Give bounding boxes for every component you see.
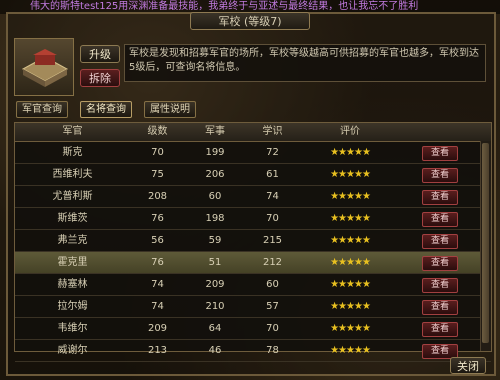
star-rating: ★★★★★: [330, 279, 371, 290]
view-button[interactable]: 查看: [422, 146, 458, 161]
action-cell: 查看: [400, 164, 480, 185]
officer-name: 霍克里: [57, 257, 88, 268]
star-rating: ★★★★★: [330, 213, 371, 224]
officer-level: 74: [151, 279, 164, 290]
officer-level: 76: [151, 213, 164, 224]
action-cell: 查看: [400, 296, 480, 317]
officer-name: 西维利夫: [52, 169, 93, 180]
officer-level: 209: [147, 323, 168, 334]
table-row[interactable]: 尤普利斯 208 60 74 ★★★★★ 查看: [15, 186, 491, 208]
view-button[interactable]: 查看: [422, 212, 458, 227]
officer-level: 74: [151, 301, 164, 312]
header-action: [400, 123, 480, 141]
star-rating: ★★★★★: [330, 301, 371, 312]
table-row[interactable]: 拉尔姆 74 210 57 ★★★★★ 查看: [15, 296, 491, 318]
view-button[interactable]: 查看: [422, 278, 458, 293]
header-level: 级数: [147, 126, 168, 137]
officer-learning: 57: [266, 301, 279, 312]
officer-name: 斯维茨: [57, 213, 88, 224]
officer-military: 209: [205, 279, 225, 290]
officer-level: 70: [151, 147, 164, 158]
tab-attribute-help[interactable]: 属性说明: [144, 101, 196, 118]
officer-learning: 78: [266, 345, 279, 356]
officer-learning: 74: [266, 191, 279, 202]
star-rating: ★★★★★: [330, 191, 371, 202]
view-button[interactable]: 查看: [422, 168, 458, 183]
officer-name: 韦维尔: [57, 323, 88, 334]
officer-level: 75: [151, 169, 164, 180]
upgrade-button[interactable]: 升级: [80, 45, 120, 63]
action-cell: 查看: [400, 274, 480, 295]
view-button[interactable]: 查看: [422, 256, 458, 271]
header-rating: 评价: [340, 126, 360, 137]
building-icon: [14, 38, 74, 96]
view-button[interactable]: 查看: [422, 234, 458, 249]
table-row[interactable]: 赫塞林 74 209 60 ★★★★★ 查看: [15, 274, 491, 296]
table-row[interactable]: 西维利夫 75 206 61 ★★★★★ 查看: [15, 164, 491, 186]
table-scrollbar[interactable]: [480, 141, 491, 351]
action-cell: 查看: [400, 142, 480, 163]
building-description: 军校是发现和招募军官的场所，军校等级越高可供招募的军官也越多，军校到达5级后，可…: [124, 44, 486, 82]
officer-military: 210: [205, 301, 225, 312]
star-rating: ★★★★★: [330, 323, 371, 334]
action-cell: 查看: [400, 208, 480, 229]
close-button[interactable]: 关闭: [450, 357, 486, 374]
header-military: 军事: [205, 126, 225, 137]
officer-level: 76: [151, 257, 164, 268]
tab-bar: 军官查询 名将查询 属性说明: [16, 101, 196, 118]
officer-military: 199: [205, 147, 225, 158]
demolish-button[interactable]: 拆除: [80, 69, 120, 87]
table-row[interactable]: 斯克 70 199 72 ★★★★★ 查看: [15, 142, 491, 164]
officer-name: 斯克: [62, 147, 83, 158]
officer-name: 尤普利斯: [52, 191, 93, 202]
star-rating: ★★★★★: [330, 169, 371, 180]
tab-officer-search[interactable]: 军官查询: [16, 101, 68, 118]
officer-military: 51: [208, 257, 222, 268]
action-cell: 查看: [400, 318, 480, 339]
action-cell: 查看: [400, 252, 480, 273]
officer-level: 208: [147, 191, 168, 202]
view-button[interactable]: 查看: [422, 322, 458, 337]
officer-name: 赫塞林: [57, 279, 88, 290]
scrollbar-thumb[interactable]: [482, 143, 489, 343]
officer-military: 60: [208, 191, 222, 202]
officer-learning: 72: [266, 147, 279, 158]
view-button[interactable]: 查看: [422, 300, 458, 315]
table-row[interactable]: 威谢尔 213 46 78 ★★★★★ 查看: [15, 340, 491, 362]
table-row[interactable]: 弗兰克 56 59 215 ★★★★★ 查看: [15, 230, 491, 252]
officer-name: 弗兰克: [57, 235, 88, 246]
officer-name: 威谢尔: [57, 345, 88, 356]
officer-learning: 61: [266, 169, 279, 180]
table-header: 军官 级数 军事 学识 评价: [15, 123, 491, 142]
officer-military: 64: [208, 323, 222, 334]
officer-level: 213: [147, 345, 168, 356]
window-title: 军校 (等级7): [190, 12, 310, 30]
officer-learning: 215: [262, 235, 283, 246]
officer-learning: 60: [266, 279, 279, 290]
header-officer: 军官: [62, 126, 83, 137]
officer-level: 56: [151, 235, 164, 246]
officer-name: 拉尔姆: [57, 301, 88, 312]
star-rating: ★★★★★: [330, 147, 371, 158]
officer-military: 198: [205, 213, 225, 224]
action-cell: 查看: [400, 186, 480, 207]
action-cell: 查看: [400, 230, 480, 251]
officer-table: 军官 级数 军事 学识 评价 斯克 70 199 72 ★★★★★ 查看 西维利…: [14, 122, 492, 362]
star-rating: ★★★★★: [330, 345, 371, 356]
officer-learning: 70: [266, 323, 279, 334]
view-button[interactable]: 查看: [422, 190, 458, 205]
header-learning: 学识: [262, 126, 283, 137]
table-row[interactable]: 斯维茨 76 198 70 ★★★★★ 查看: [15, 208, 491, 230]
table-row-selected[interactable]: 霍克里 76 51 212 ★★★★★ 查看: [15, 252, 491, 274]
officer-learning: 212: [262, 257, 283, 268]
star-rating: ★★★★★: [330, 235, 371, 246]
officer-military: 46: [208, 345, 222, 356]
table-row[interactable]: 韦维尔 209 64 70 ★★★★★ 查看: [15, 318, 491, 340]
tab-famous-general-search[interactable]: 名将查询: [80, 101, 132, 118]
officer-military: 59: [208, 235, 222, 246]
officer-learning: 70: [266, 213, 279, 224]
officer-military: 206: [205, 169, 225, 180]
star-rating: ★★★★★: [330, 257, 371, 268]
